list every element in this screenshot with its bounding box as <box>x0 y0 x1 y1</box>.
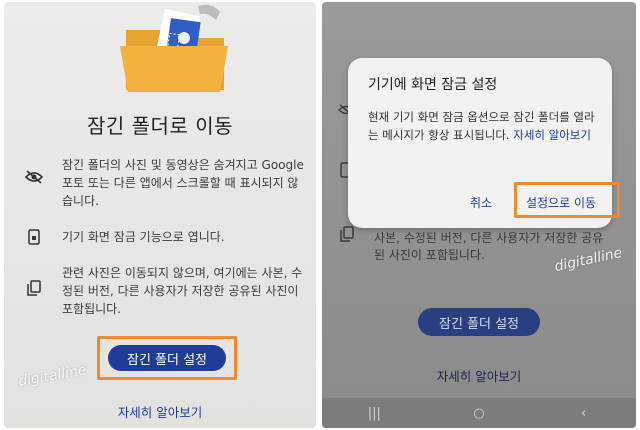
cancel-button[interactable]: 취소 <box>470 194 492 211</box>
learn-more-link[interactable]: 자세히 알아보기 <box>4 402 316 421</box>
screen-lock-dialog: 기기에 화면 잠금 설정 현재 기기 화면 잠금 옵션으로 잠긴 폴더를 열라는… <box>348 58 620 228</box>
watermark: digitalline <box>17 362 88 390</box>
back-icon[interactable]: ‹ <box>554 406 614 421</box>
learn-more-link[interactable]: 자세히 알아보기 <box>322 366 636 385</box>
page-title: 잠긴 폴더로 이동 <box>86 114 233 138</box>
copy-icon <box>340 226 354 242</box>
dialog-title: 기기에 화면 잠금 설정 <box>368 77 498 93</box>
eye-off-icon <box>20 156 48 184</box>
go-to-settings-button[interactable]: 설정으로 이동 <box>526 194 596 211</box>
info-row-hidden: 잠긴 폴더의 사진 및 동영상은 숨겨지고 Google 포토 또는 다른 앱에… <box>20 156 306 210</box>
setup-locked-folder-button[interactable]: 잠긴 폴더 설정 <box>418 308 540 336</box>
phone-lock-icon <box>20 228 48 245</box>
dialog-learn-more-link[interactable]: 자세히 알아보기 <box>513 128 591 142</box>
info-text: 관련 사진은 이동되지 않으며, 여기에는 사본, 수정된 버전, 다른 사용자… <box>62 266 303 316</box>
copy-icon <box>20 264 48 296</box>
recents-icon[interactable]: ||| <box>344 406 404 421</box>
left-phone-screen: 잠긴 폴더로 이동 잠긴 폴더의 사진 및 동영상은 숨겨지고 Google 포… <box>4 2 316 428</box>
right-phone-screen: 사본, 수정된 버전, 다른 사용자가 저장한 공유된 사진이 포함됩니다. 기… <box>322 2 636 428</box>
locked-folder-illustration <box>120 4 228 92</box>
info-row-lock: 기기 화면 잠금 기능으로 엽니다. <box>20 228 306 246</box>
home-icon[interactable]: ○ <box>449 406 509 421</box>
info-text: 기기 화면 잠금 기능으로 엽니다. <box>62 230 225 244</box>
setup-locked-folder-button[interactable]: 잠긴 폴더 설정 <box>108 345 226 371</box>
navigation-bar: ||| ○ ‹ <box>322 398 636 428</box>
info-row-photos: 관련 사진은 이동되지 않으며, 여기에는 사본, 수정된 버전, 다른 사용자… <box>20 264 306 318</box>
info-text: 잠긴 폴더의 사진 및 동영상은 숨겨지고 Google 포토 또는 다른 앱에… <box>62 158 304 208</box>
dialog-body: 현재 기기 화면 잠금 옵션으로 잠긴 폴더를 열라는 메시지가 항상 표시됩니… <box>368 108 598 144</box>
